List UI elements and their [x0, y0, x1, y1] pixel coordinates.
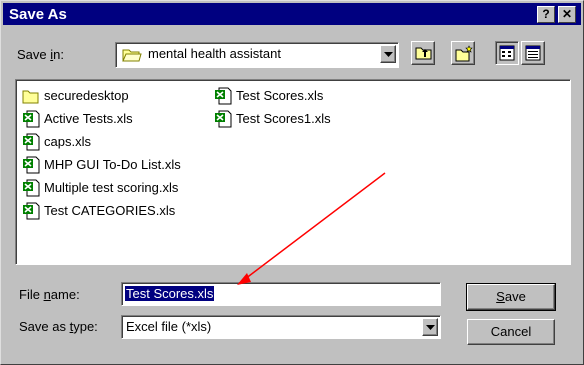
- annotation-arrow: [237, 172, 386, 285]
- save-as-dialog: Save As ? ✕ Save in: mental health assis…: [0, 0, 584, 365]
